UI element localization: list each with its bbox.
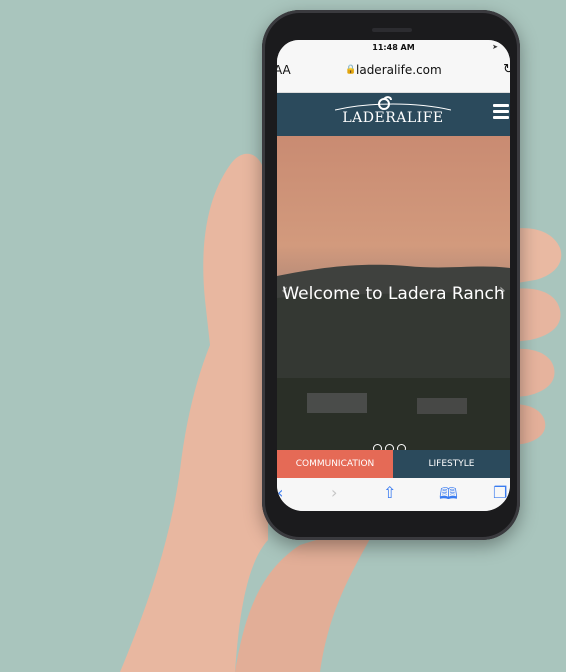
hamburger-menu-icon[interactable]	[493, 104, 509, 119]
status-bar: 11:48 AM ➤	[277, 40, 510, 56]
browser-toolbar: ‹ › ⇧ 🕮 ❐	[277, 478, 510, 511]
book-icon[interactable]: 🕮	[439, 483, 458, 510]
back-chevron-icon[interactable]: ‹	[277, 483, 283, 502]
url-text[interactable]: laderalife.com	[356, 63, 442, 77]
tabs-icon[interactable]: ❐	[493, 483, 507, 502]
hero-banner: ‹ Welcome to Ladera Ranch ›	[277, 136, 510, 453]
status-time: 11:48 AM	[372, 43, 415, 52]
phone-screen: 11:48 AM ➤ AA 🔒 laderalife.com ↻ LADERAL…	[277, 40, 510, 511]
carousel-dots	[373, 438, 413, 453]
share-icon[interactable]: ⇧	[383, 483, 396, 502]
lock-icon: 🔒	[345, 65, 357, 75]
text-size-button[interactable]: AA	[277, 63, 291, 77]
reload-icon[interactable]: ↻	[503, 62, 510, 77]
location-arrow-icon: ➤	[492, 43, 498, 51]
tab-communication[interactable]: COMMUNICATION	[277, 450, 393, 478]
hero-title: Welcome to Ladera Ranch	[282, 284, 505, 304]
speaker-grille	[372, 28, 412, 32]
browser-url-bar[interactable]: AA 🔒 laderalife.com ↻	[277, 56, 510, 93]
forward-chevron-icon[interactable]: ›	[331, 483, 337, 502]
site-header: LADERALIFE	[277, 93, 510, 136]
site-logo[interactable]: LADERALIFE	[333, 110, 453, 126]
tab-lifestyle[interactable]: LIFESTYLE	[393, 450, 510, 478]
carousel-next-icon[interactable]: ›	[499, 280, 506, 301]
section-tabs: COMMUNICATION LIFESTYLE	[277, 450, 510, 478]
